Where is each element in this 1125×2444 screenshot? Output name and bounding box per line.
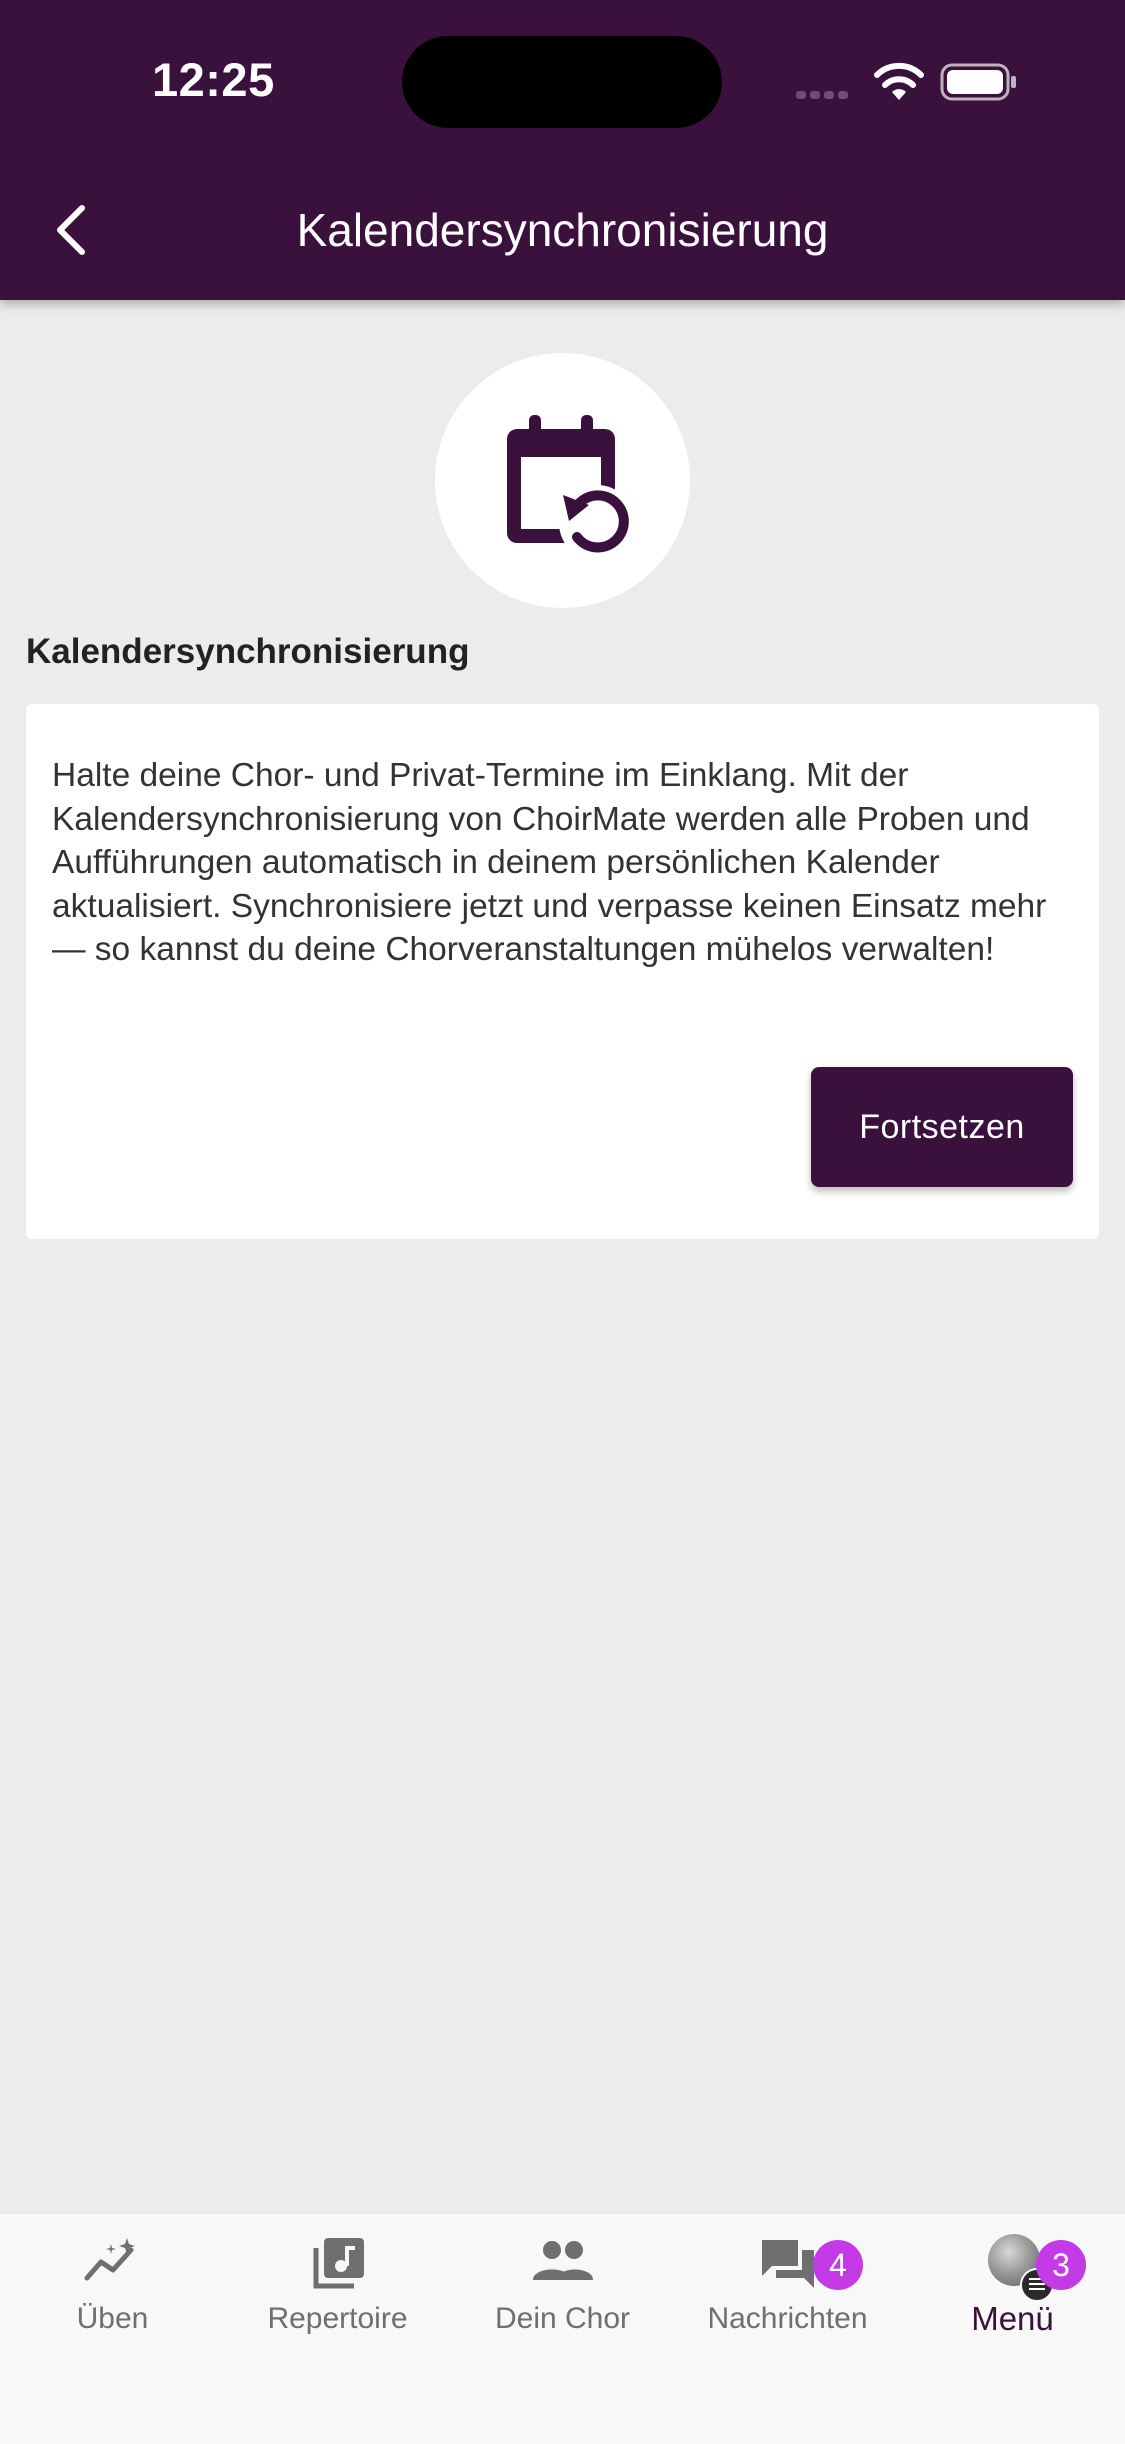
menu-badge: 3 (1036, 2240, 1086, 2290)
people-icon (450, 2236, 675, 2296)
chat-icon (675, 2236, 900, 2296)
tab-label: Menü (971, 2300, 1054, 2337)
wifi-icon (872, 60, 926, 107)
card-description: Halte deine Chor- und Privat-Termine im … (52, 757, 1047, 968)
continue-button[interactable]: Fortsetzen (811, 1067, 1073, 1187)
calendar-sync-hero (435, 353, 690, 608)
chevron-left-icon (57, 205, 85, 255)
calendar-sync-icon (507, 415, 635, 553)
status-time: 12:25 (152, 53, 275, 106)
info-card: Halte deine Chor- und Privat-Termine im … (26, 704, 1099, 1239)
tab-menu[interactable]: 3 Menü (900, 2214, 1125, 2344)
messages-badge: 4 (813, 2240, 863, 2290)
app-bar: Kalendersynchronisierung (0, 160, 1125, 300)
page-title: Kalendersynchronisierung (296, 204, 829, 256)
tab-messages[interactable]: 4 Nachrichten (675, 2214, 900, 2344)
tab-your-choir[interactable]: Dein Chor (450, 2214, 675, 2344)
bottom-tab-bar: Üben Repertoire Dein Chor 4 Nachrichten … (0, 2213, 1125, 2444)
tab-label: Dein Chor (494, 2302, 631, 2335)
battery-icon (940, 63, 1020, 108)
music-library-icon (225, 2236, 450, 2296)
tab-practice[interactable]: Üben (0, 2214, 225, 2344)
section-title: Kalendersynchronisierung (26, 632, 470, 671)
cellular-signal-icon (796, 86, 852, 104)
status-bar: 12:25 (0, 0, 1125, 160)
practice-trend-icon (0, 2236, 225, 2296)
dynamic-island (402, 36, 722, 128)
back-button[interactable] (48, 202, 98, 258)
tab-label: Nachrichten (707, 2302, 868, 2335)
tab-label: Üben (76, 2302, 149, 2335)
tab-repertoire[interactable]: Repertoire (225, 2214, 450, 2344)
tab-label: Repertoire (267, 2302, 408, 2335)
